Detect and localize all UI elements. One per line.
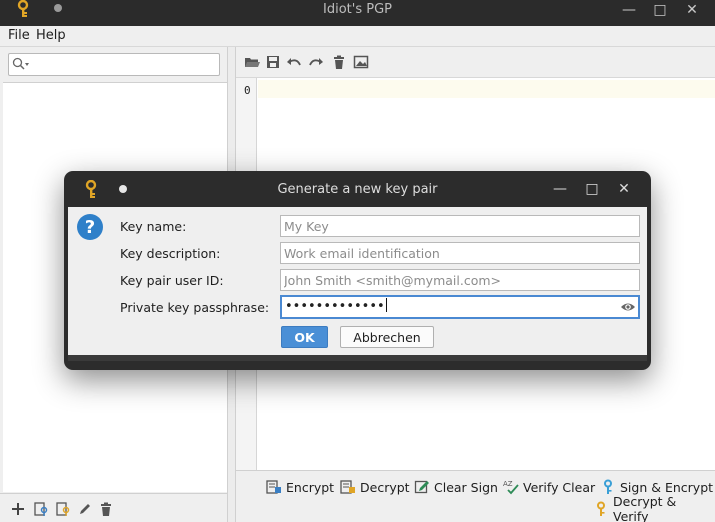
close-button[interactable]: ✕ xyxy=(681,1,703,19)
decrypt-verify-key-icon xyxy=(593,501,609,517)
clear-sign-button[interactable]: Clear Sign xyxy=(414,478,498,496)
menubar: File Help xyxy=(0,26,715,47)
dialog-maximize-button[interactable]: □ xyxy=(582,180,602,198)
passphrase-input[interactable]: ••••••••••••• xyxy=(285,298,387,314)
import-key-icon[interactable] xyxy=(33,501,49,517)
decrypt-verify-button[interactable]: Decrypt & Verify xyxy=(593,494,715,522)
editor-toolbar xyxy=(236,47,715,77)
generate-key-dialog: Generate a new key pair — □ ✕ ? Key name… xyxy=(64,171,651,370)
export-key-icon[interactable] xyxy=(55,501,71,517)
dialog-bottom-edge xyxy=(68,355,647,361)
decrypt-icon xyxy=(340,479,356,495)
verify-clear-label: Verify Clear xyxy=(523,479,596,495)
search-input[interactable] xyxy=(31,56,216,73)
decrypt-verify-label: Decrypt & Verify xyxy=(613,494,677,522)
menu-file[interactable]: File xyxy=(8,28,30,43)
edit-key-icon[interactable] xyxy=(77,501,93,517)
encrypt-label: Encrypt xyxy=(286,479,335,495)
show-password-icon[interactable] xyxy=(620,299,636,318)
key-description-input[interactable] xyxy=(281,243,639,263)
clear-sign-label: Clear Sign xyxy=(434,479,498,495)
verify-clear-button[interactable]: AZ Verify Clear xyxy=(503,478,595,496)
sign-encrypt-label: Sign & Encrypt xyxy=(620,479,714,495)
user-id-input[interactable] xyxy=(281,270,639,290)
delete-key-icon[interactable] xyxy=(98,501,114,517)
clear-icon[interactable] xyxy=(331,54,347,70)
main-titlebar: Idiot's PGP — □ ✕ xyxy=(0,0,715,26)
encrypt-button[interactable]: Encrypt xyxy=(266,478,334,496)
add-key-icon[interactable] xyxy=(10,501,26,517)
image-icon[interactable] xyxy=(353,54,369,70)
search-icon xyxy=(12,57,30,74)
dialog-close-button[interactable]: ✕ xyxy=(614,180,634,198)
decrypt-label: Decrypt xyxy=(360,479,410,495)
key-name-input[interactable] xyxy=(281,216,639,236)
open-file-icon[interactable] xyxy=(244,54,260,70)
key-toolbar xyxy=(0,493,227,522)
dialog-minimize-button[interactable]: — xyxy=(550,180,570,198)
sign-encrypt-key-icon xyxy=(600,479,616,495)
save-file-icon[interactable] xyxy=(265,54,281,70)
key-name-label: Key name: xyxy=(120,219,187,234)
svg-text:?: ? xyxy=(85,217,95,238)
search-box[interactable] xyxy=(8,53,220,76)
redo-icon[interactable] xyxy=(308,54,324,70)
minimize-button[interactable]: — xyxy=(618,1,640,19)
question-icon: ? xyxy=(76,213,104,244)
key-description-label: Key description: xyxy=(120,246,221,261)
cancel-button[interactable]: Abbrechen xyxy=(340,326,434,348)
menu-help[interactable]: Help xyxy=(36,28,66,43)
key-name-field[interactable] xyxy=(280,215,640,237)
decrypt-button[interactable]: Decrypt xyxy=(340,478,410,496)
dialog-titlebar: Generate a new key pair — □ ✕ xyxy=(64,171,651,207)
maximize-button[interactable]: □ xyxy=(649,1,671,19)
current-line-highlight xyxy=(258,80,715,98)
svg-text:AZ: AZ xyxy=(503,480,513,488)
passphrase-label: Private key passphrase: xyxy=(120,300,270,315)
user-id-field[interactable] xyxy=(280,269,640,291)
window-title: Idiot's PGP xyxy=(323,2,392,17)
text-caret xyxy=(385,298,387,312)
line-number: 0 xyxy=(244,84,251,97)
passphrase-value: ••••••••••••• xyxy=(285,299,385,314)
undo-icon[interactable] xyxy=(286,54,302,70)
ok-button[interactable]: OK xyxy=(281,326,328,348)
dialog-body: ? Key name: Key description: Key pair us… xyxy=(68,207,647,355)
passphrase-field[interactable]: ••••••••••••• xyxy=(280,295,640,319)
verify-clear-icon: AZ xyxy=(503,479,519,495)
action-bar: Encrypt Decrypt Clear Sign AZ Verify Cle… xyxy=(236,470,715,522)
clear-sign-icon xyxy=(414,479,430,495)
encrypt-icon xyxy=(266,479,282,495)
user-id-label: Key pair user ID: xyxy=(120,273,224,288)
key-description-field[interactable] xyxy=(280,242,640,264)
